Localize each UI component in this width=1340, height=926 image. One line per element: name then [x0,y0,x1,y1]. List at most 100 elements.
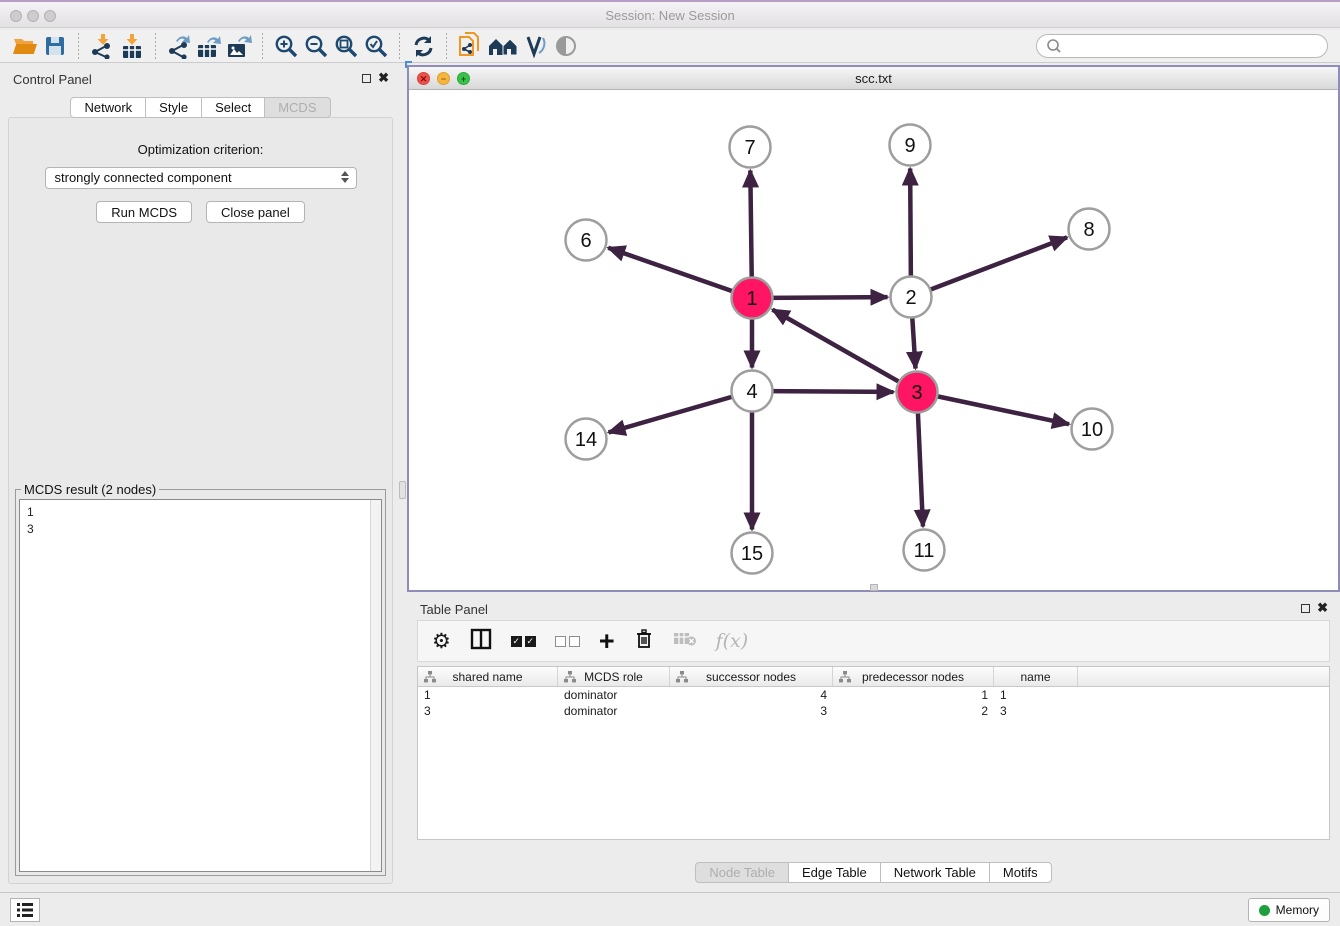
column-header-MCDS-role[interactable]: MCDS role [558,667,670,686]
task-history-button[interactable] [10,898,40,922]
delete-column-icon[interactable] [634,628,654,655]
result-item[interactable]: 3 [27,521,381,538]
tab-network-table[interactable]: Network Table [881,862,990,883]
search-box[interactable] [1036,34,1328,58]
close-panel-button[interactable]: Close panel [206,201,305,223]
edge-1-6[interactable] [608,248,735,292]
select-all-columns-icon[interactable]: ✓✓ [511,636,536,647]
zoom-in-icon[interactable] [271,32,301,60]
run-mcds-button[interactable]: Run MCDS [96,201,192,223]
table-cell[interactable]: 1 [994,687,1078,703]
import-table-icon[interactable] [117,32,147,60]
node-6[interactable]: 6 [566,220,607,261]
tab-network[interactable]: Network [70,97,146,118]
edge-1-7[interactable] [750,170,751,280]
delete-table-icon [673,630,697,653]
memory-button[interactable]: Memory [1248,898,1330,922]
zoom-fit-icon[interactable] [331,32,361,60]
node-2[interactable]: 2 [891,277,932,318]
table-cell[interactable]: dominator [558,687,670,703]
tab-style[interactable]: Style [146,97,202,118]
table-cell[interactable]: 3 [418,703,558,719]
result-scrollbar[interactable] [370,500,381,871]
open-file-icon[interactable] [10,32,40,60]
table-cell[interactable]: 1 [418,687,558,703]
table-cell[interactable]: 3 [994,703,1078,719]
node-10[interactable]: 10 [1072,409,1113,450]
edge-1-2[interactable] [769,297,887,298]
save-session-icon[interactable] [40,32,70,60]
table-cell[interactable]: 4 [670,687,833,703]
node-9[interactable]: 9 [890,125,931,166]
hide-panel-eye-icon [551,32,581,60]
network-from-file-icon[interactable] [455,32,485,60]
home-layout-icon[interactable] [485,32,521,60]
node-15[interactable]: 15 [732,533,773,574]
column-header-predecessor-nodes[interactable]: predecessor nodes [833,667,994,686]
table-cell[interactable]: 2 [833,703,994,719]
tab-edge-table[interactable]: Edge Table [789,862,881,883]
svg-text:15: 15 [741,543,763,565]
column-header-name[interactable]: name [994,667,1078,686]
node-1[interactable]: 1 [732,278,773,319]
edge-2-8[interactable] [927,237,1067,290]
table-row[interactable]: 1dominator411 [418,687,1329,703]
table-panel-close-icon[interactable]: ✖ [1317,600,1328,616]
add-column-icon[interactable]: + [599,631,615,651]
control-panel-float-icon[interactable] [362,74,371,83]
tab-node-table[interactable]: Node Table [695,862,789,883]
node-table[interactable]: shared name MCDS role successor nodes prede… [417,666,1330,840]
table-row[interactable]: 3dominator323 [418,703,1329,719]
edge-4-3[interactable] [769,391,893,392]
panel-divider-handle[interactable] [399,481,406,499]
table-settings-icon[interactable]: ⚙ [432,629,451,654]
network-window-titlebar[interactable]: ✕ − + scc.txt [409,67,1338,90]
tab-motifs[interactable]: Motifs [990,862,1052,883]
tab-select[interactable]: Select [202,97,265,118]
status-bar: Memory [0,892,1340,926]
node-4[interactable]: 4 [732,371,773,412]
visual-styles-icon[interactable] [521,32,551,60]
column-label: successor nodes [706,670,796,684]
svg-text:2: 2 [905,287,916,309]
edge-3-10[interactable] [934,396,1069,425]
node-8[interactable]: 8 [1069,209,1110,250]
import-network-icon[interactable] [87,32,117,60]
svg-text:4: 4 [746,381,757,403]
control-panel: Control Panel ✖ NetworkStyleSelectMCDS O… [0,63,401,892]
export-network-icon[interactable] [164,32,194,60]
edge-4-14[interactable] [609,396,736,433]
column-header-shared-name[interactable]: shared name [418,667,558,686]
table-tabs: Node TableEdge TableNetwork TableMotifs [407,862,1340,883]
network-canvas[interactable]: 1 2 3 4 6 7 8 9 10 11 14 15 [409,90,1338,590]
column-label: shared name [452,670,522,684]
node-3[interactable]: 3 [897,372,938,413]
control-panel-close-icon[interactable]: ✖ [378,70,389,86]
zoom-out-icon[interactable] [301,32,331,60]
result-item[interactable]: 1 [27,504,381,521]
tab-mcds[interactable]: MCDS [265,97,330,118]
mcds-result-list[interactable]: 13 [19,499,382,872]
split-view-icon[interactable] [470,628,492,655]
export-image-icon[interactable] [224,32,254,60]
table-cell[interactable]: 3 [670,703,833,719]
node-14[interactable]: 14 [566,419,607,460]
zoom-selected-icon[interactable] [361,32,391,60]
table-cell[interactable]: dominator [558,703,670,719]
edge-3-11[interactable] [918,409,923,526]
column-header-successor-nodes[interactable]: successor nodes [670,667,833,686]
edge-3-1[interactable] [772,310,901,384]
mcds-result-groupbox: MCDS result (2 nodes) 13 [15,489,386,876]
node-7[interactable]: 7 [730,127,771,168]
deselect-all-columns-icon[interactable] [555,636,580,647]
table-panel-float-icon[interactable] [1301,604,1310,613]
refresh-layout-icon[interactable] [408,32,438,60]
edge-2-3[interactable] [912,314,915,368]
edge-2-9[interactable] [910,168,911,279]
search-input[interactable] [1066,39,1316,53]
network-resize-handle[interactable] [870,584,878,591]
export-table-icon[interactable] [194,32,224,60]
node-11[interactable]: 11 [904,530,945,571]
criterion-select[interactable]: strongly connected component [45,167,357,189]
table-cell[interactable]: 1 [833,687,994,703]
